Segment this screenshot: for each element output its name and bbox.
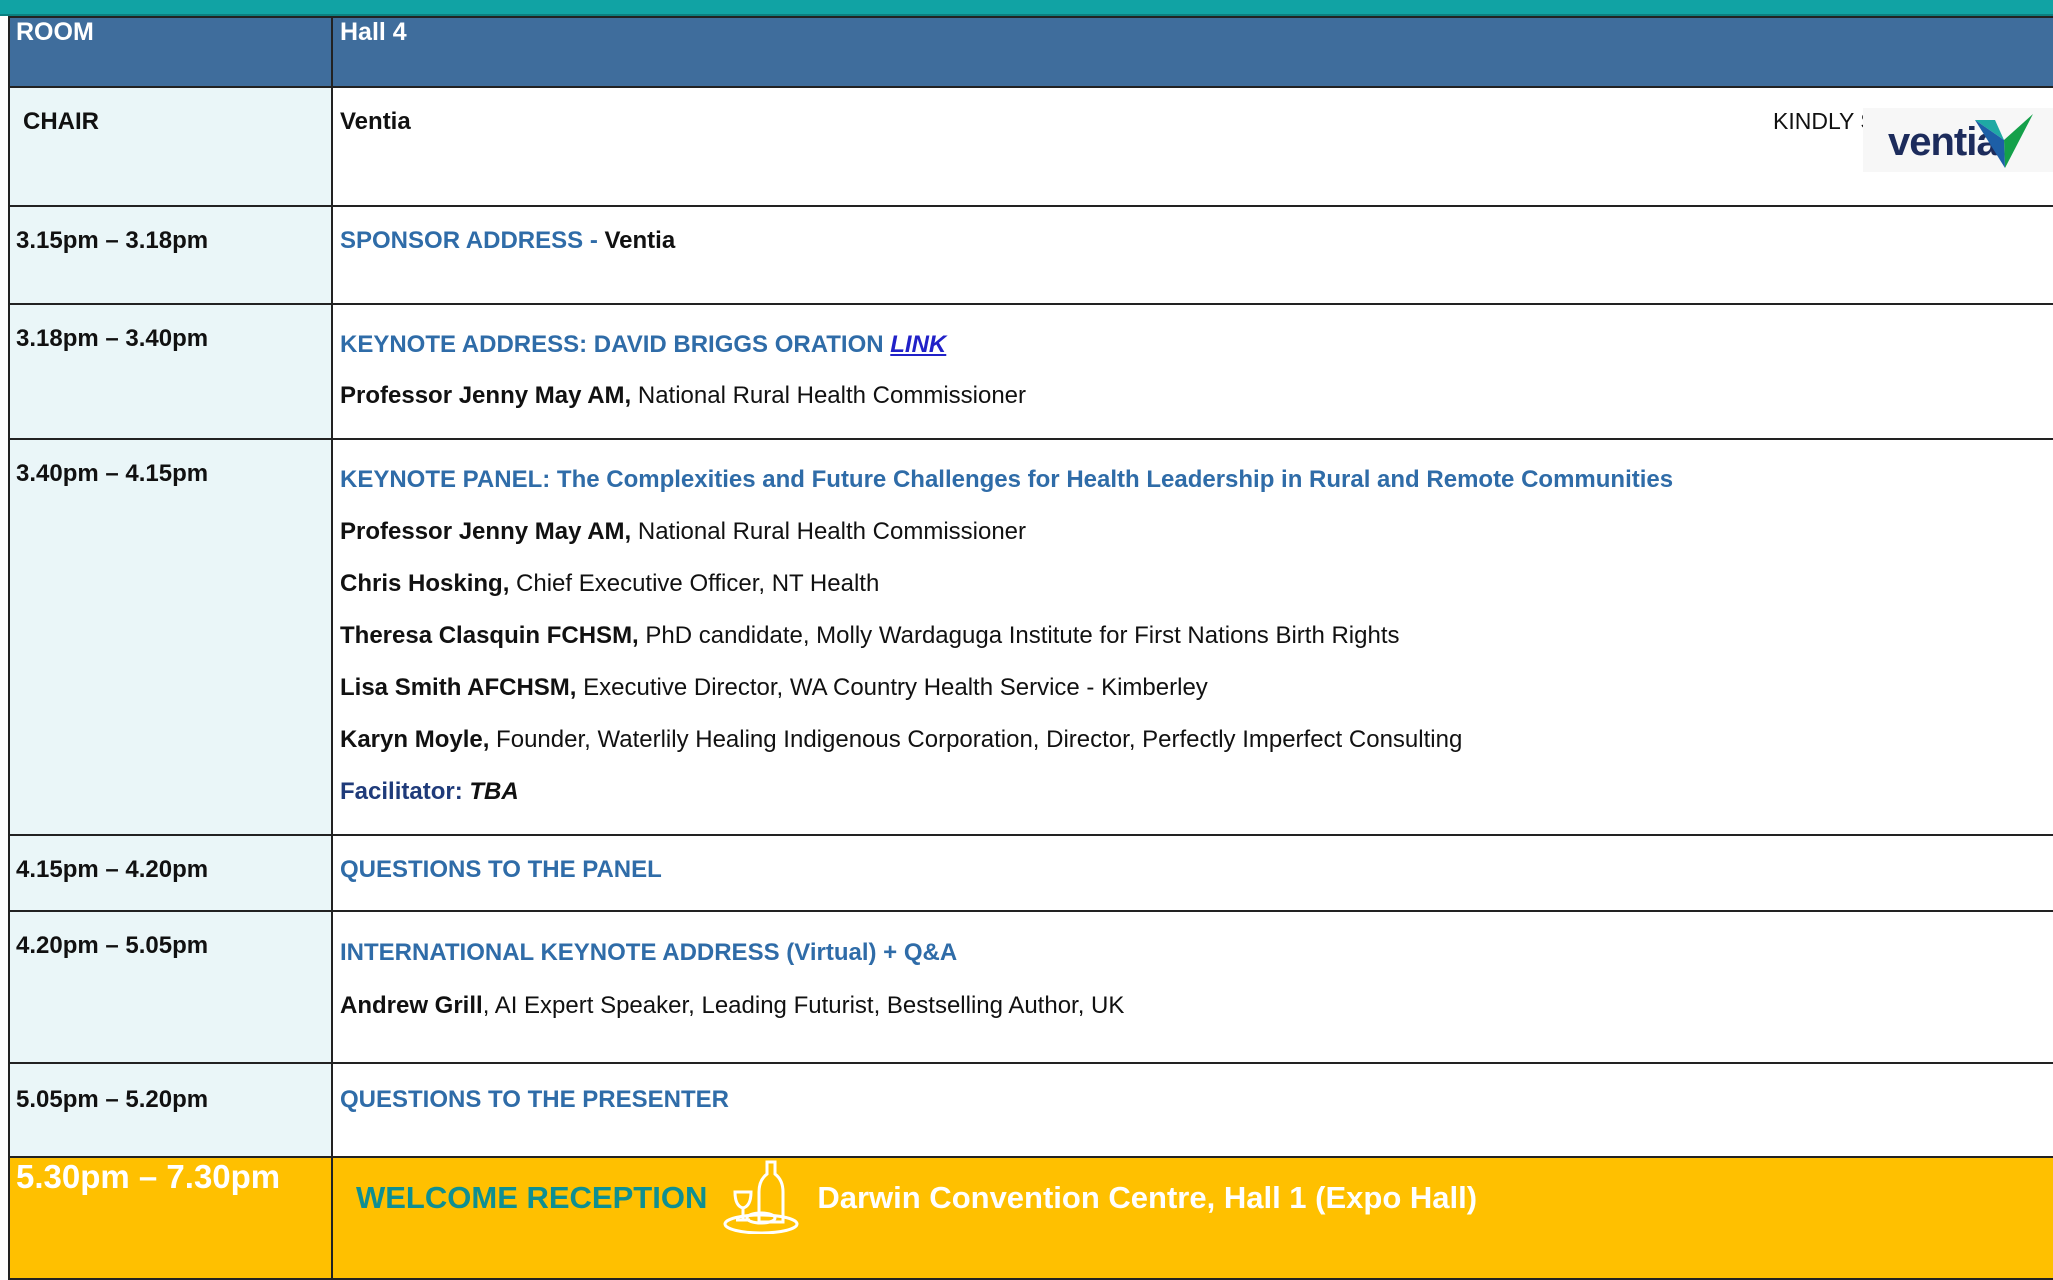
room-header-row: ROOM Hall 4 — [8, 16, 2053, 88]
panelist-name: Professor Jenny May AM, — [340, 518, 632, 545]
panelist: Karyn Moyle, Founder, Waterlily Healing … — [340, 714, 2053, 766]
reception-venue: Darwin Convention Centre, Hall 1 (Expo H… — [817, 1180, 1478, 1216]
session-title: QUESTIONS TO THE PRESENTER — [340, 1086, 729, 1113]
panelist-role: Founder, Waterlily Healing Indigenous Co… — [489, 726, 1463, 753]
panelist-name: Chris Hosking, — [340, 570, 510, 597]
chair-row: CHAIR Ventia KINDLY SUPPORTED BY ventia — [8, 86, 2053, 207]
chair-label: CHAIR — [23, 108, 99, 135]
session-time: 4.20pm – 5.05pm — [16, 932, 209, 959]
panelist-name: Karyn Moyle, — [340, 726, 490, 753]
reception-time: 5.30pm – 7.30pm — [8, 1156, 333, 1280]
panelist: Theresa Clasquin FCHSM, PhD candidate, M… — [340, 610, 2053, 662]
ventia-chevron-icon — [1975, 114, 2033, 168]
panelist-role: National Rural Health Commissioner — [631, 518, 1027, 545]
sponsor-name: Ventia — [604, 227, 676, 254]
top-banner — [0, 0, 2053, 16]
session-time: 4.15pm – 4.20pm — [16, 856, 209, 883]
session-time: 3.15pm – 3.18pm — [16, 227, 209, 254]
program-table: ROOM Hall 4 CHAIR Ventia KINDLY SUPPORTE… — [8, 16, 2053, 1280]
panelist-name: Theresa Clasquin FCHSM, — [340, 622, 639, 649]
session-title: INTERNATIONAL KEYNOTE ADDRESS (Virtual) … — [340, 939, 958, 966]
facilitator-label: Facilitator: — [340, 778, 470, 805]
speaker-role: National Rural Health Commissioner — [631, 382, 1027, 409]
reception-row: 5.30pm – 7.30pm WELCOME RECEPTION Darwin… — [8, 1156, 2053, 1280]
panelist: Chris Hosking, Chief Executive Officer, … — [340, 558, 2053, 610]
speaker-role: , AI Expert Speaker, Leading Futurist, B… — [482, 992, 1125, 1019]
session-title: SPONSOR ADDRESS - — [340, 227, 605, 254]
dinner-wine-icon — [721, 1158, 801, 1242]
panelist-role: Chief Executive Officer, NT Health — [509, 570, 880, 597]
room-label: ROOM — [8, 16, 333, 88]
session-row: 4.20pm – 5.05pm INTERNATIONAL KEYNOTE AD… — [8, 910, 2053, 1064]
session-row: 3.18pm – 3.40pm KEYNOTE ADDRESS: DAVID B… — [8, 303, 2053, 440]
speaker-name: Professor Jenny May AM, — [340, 382, 632, 409]
panelist: Professor Jenny May AM, National Rural H… — [340, 506, 2053, 558]
reception-title: WELCOME RECEPTION — [356, 1180, 708, 1216]
panelist-role: PhD candidate, Molly Wardaguga Institute… — [638, 622, 1400, 649]
facilitator-value: TBA — [469, 778, 519, 805]
session-title: KEYNOTE ADDRESS: DAVID BRIGGS ORATION — [340, 331, 891, 358]
session-row: 3.15pm – 3.18pm SPONSOR ADDRESS - Ventia — [8, 205, 2053, 305]
ventia-logo: ventia — [1863, 108, 2053, 172]
program-page: ROOM Hall 4 CHAIR Ventia KINDLY SUPPORTE… — [0, 0, 2053, 1280]
panelist-role: Executive Director, WA Country Health Se… — [576, 674, 1208, 701]
session-time: 3.18pm – 3.40pm — [16, 325, 209, 352]
session-row: 3.40pm – 4.15pm KEYNOTE PANEL: The Compl… — [8, 438, 2053, 836]
session-row: 4.15pm – 4.20pm QUESTIONS TO THE PANEL — [8, 834, 2053, 912]
panelist: Lisa Smith AFCHSM, Executive Director, W… — [340, 662, 2053, 714]
room-value: Hall 4 — [331, 16, 2053, 88]
panelist-name: Lisa Smith AFCHSM, — [340, 674, 577, 701]
oration-link[interactable]: LINK — [890, 331, 946, 358]
facilitator: Facilitator: TBA — [340, 766, 2053, 818]
speaker-name: Andrew Grill — [340, 992, 483, 1019]
session-title: QUESTIONS TO THE PANEL — [340, 856, 662, 883]
session-time: 3.40pm – 4.15pm — [16, 460, 209, 487]
session-time: 5.05pm – 5.20pm — [16, 1086, 209, 1113]
session-row: 5.05pm – 5.20pm QUESTIONS TO THE PRESENT… — [8, 1062, 2053, 1158]
session-title: KEYNOTE PANEL: The Complexities and Futu… — [340, 466, 1674, 493]
